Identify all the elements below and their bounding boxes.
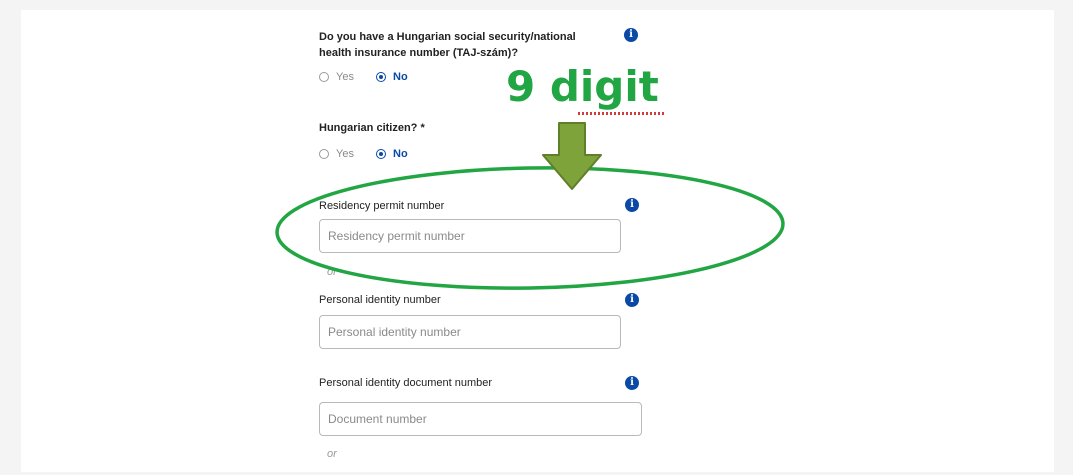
highlight-ellipse-icon: [275, 166, 785, 290]
annotation-overlay: [275, 122, 785, 290]
down-arrow-icon: [542, 122, 602, 190]
